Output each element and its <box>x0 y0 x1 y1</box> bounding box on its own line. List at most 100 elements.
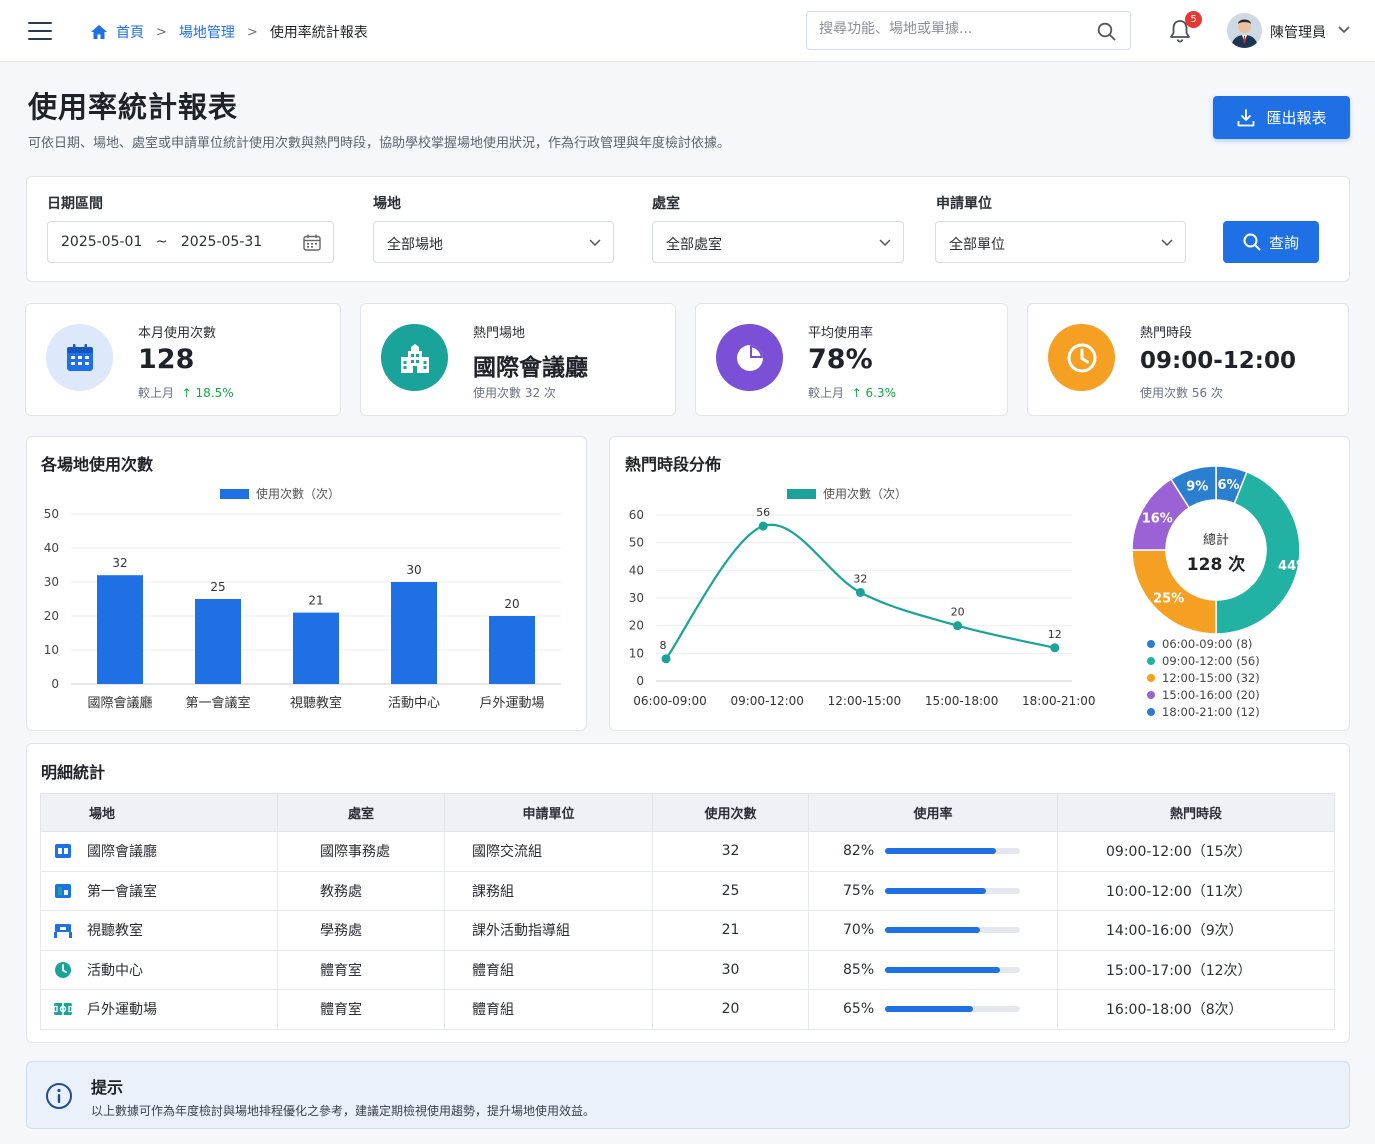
bar <box>293 612 339 684</box>
donut-chart: 6% 44% 25% 16% 9% 總計 128 次 06:00-09:00 (8) 09:00… <box>1131 465 1309 719</box>
search-input[interactable] <box>819 21 1089 37</box>
bar-chart: 使用次數（次） 0 10 20 30 40 50 32 國際會議廳 25 第一會議室 21 視聽教室 30… <box>44 486 561 711</box>
meeting-room-icon <box>53 841 73 861</box>
rate-value: 65% <box>843 1001 875 1018</box>
venue-name[interactable]: 第一會議室 <box>87 881 157 901</box>
cell-office: 教務處 <box>277 870 445 911</box>
date-range-input[interactable]: 2025-05-01 ~ 2025-05-31 <box>47 221 334 263</box>
avatar[interactable] <box>1227 13 1262 48</box>
kpi-value: 國際會議廳 <box>473 355 588 381</box>
point-value-label: 8 <box>660 639 667 652</box>
breadcrumb-current: 使用率統計報表 <box>269 25 368 41</box>
search-box <box>806 11 1131 50</box>
cell-venue: 第一會議室 <box>40 870 278 911</box>
kpi-card-average-rate: 平均使用率 78% 較上月 ↑ 6.3% <box>695 303 1008 416</box>
query-button[interactable]: 查詢 <box>1223 221 1319 263</box>
bar-value-label: 32 <box>112 556 127 570</box>
kpi-sub: 使用次數 32 次 <box>473 386 556 400</box>
y-tick-label: 20 <box>44 609 59 623</box>
unit-select[interactable]: 全部單位 <box>935 221 1186 263</box>
rate-progress-bar <box>885 887 1020 894</box>
notification-badge: 5 <box>1185 11 1202 28</box>
field-icon <box>53 999 73 1019</box>
user-name[interactable]: 陳管理員 <box>1270 22 1326 42</box>
trend-up-icon: ↑ <box>851 386 862 400</box>
classroom-icon <box>53 920 73 940</box>
query-label: 查詢 <box>1268 233 1299 252</box>
venue-name[interactable]: 活動中心 <box>87 960 143 980</box>
chevron-down-icon <box>879 239 891 247</box>
legend-swatch <box>220 489 249 499</box>
column-header-count[interactable]: 使用次數 <box>652 793 809 832</box>
column-header-rate[interactable]: 使用率 <box>808 793 1058 832</box>
legend-dot <box>1147 691 1155 699</box>
cell-unit: 課外活動指導組 <box>444 910 653 951</box>
home-icon[interactable] <box>90 24 108 40</box>
search-icon[interactable] <box>1097 22 1116 41</box>
slice-percent-label: 44% <box>1278 559 1309 574</box>
table-row[interactable]: 活動中心 體育室 體育組 30 85% 15:00-17:00（12次） <box>40 949 1335 990</box>
venue-select[interactable]: 全部場地 <box>373 221 614 263</box>
cell-venue: 活動中心 <box>40 949 278 990</box>
unit-select-value: 全部單位 <box>949 237 1005 253</box>
cell-rate: 70% <box>808 910 1058 951</box>
bar-value-label: 30 <box>406 563 421 577</box>
venue-name[interactable]: 國際會議廳 <box>87 841 157 861</box>
data-point <box>661 654 671 664</box>
legend-label: 使用次數（次） <box>256 486 340 501</box>
chevron-down-icon <box>1161 239 1173 247</box>
rate-progress-fill <box>885 887 987 894</box>
kpi-label: 熱門時段 <box>1140 326 1193 341</box>
menu-icon[interactable] <box>28 22 52 40</box>
y-tick-label: 0 <box>636 674 644 688</box>
breadcrumb-section[interactable]: 場地管理 <box>179 22 235 42</box>
x-tick-label: 18:00-21:00 <box>1022 694 1096 708</box>
column-header-peak[interactable]: 熱門時段 <box>1057 793 1335 832</box>
table-row[interactable]: 視聽教室 學務處 課外活動指導組 21 70% 14:00-16:00（9次） <box>40 910 1335 951</box>
cell-rate: 65% <box>808 989 1058 1030</box>
column-header-venue[interactable]: 場地 <box>40 793 278 832</box>
column-header-unit[interactable]: 申請單位 <box>444 793 653 832</box>
breadcrumb-home[interactable]: 首頁 <box>116 22 144 42</box>
rate-value: 85% <box>843 961 875 978</box>
data-point <box>1050 643 1060 653</box>
cell-venue: 視聽教室 <box>40 910 278 951</box>
calendar-icon[interactable] <box>303 234 321 251</box>
legend-label: 15:00-16:00 (20) <box>1162 688 1260 702</box>
x-tick-label: 戶外運動場 <box>479 696 544 711</box>
cell-count: 20 <box>652 989 809 1030</box>
cell-peak: 09:00-12:00（15次） <box>1057 831 1335 872</box>
cell-peak: 10:00-12:00（11次） <box>1057 870 1335 911</box>
rate-progress-fill <box>885 927 980 934</box>
venue-name[interactable]: 戶外運動場 <box>87 999 157 1019</box>
column-header-office[interactable]: 處室 <box>277 793 445 832</box>
slice-percent-label: 25% <box>1153 591 1184 606</box>
table-row[interactable]: 戶外運動場 體育室 體育組 20 65% 16:00-18:00（8次） <box>40 989 1335 1030</box>
slice-percent-label: 6% <box>1218 478 1240 493</box>
x-tick-label: 12:00-15:00 <box>828 694 902 708</box>
cell-unit: 體育組 <box>444 989 653 1030</box>
table-row[interactable]: 第一會議室 教務處 課務組 25 75% 10:00-12:00（11次） <box>40 870 1335 911</box>
slice-percent-label: 16% <box>1142 512 1173 527</box>
table-row[interactable]: 國際會議廳 國際事務處 國際交流組 32 82% 09:00-12:00（15次… <box>40 831 1335 872</box>
rate-value: 82% <box>843 843 875 860</box>
office-select[interactable]: 全部處室 <box>652 221 904 263</box>
kpi-label: 平均使用率 <box>808 326 874 341</box>
venue-name[interactable]: 視聽教室 <box>87 920 143 940</box>
cell-unit: 體育組 <box>444 949 653 990</box>
pie-icon <box>716 324 783 391</box>
rate-progress-bar <box>885 927 1020 934</box>
y-tick-label: 30 <box>44 575 59 589</box>
bar <box>97 575 143 684</box>
y-tick-label: 40 <box>44 541 59 555</box>
kpi-sub: 使用次數 56 次 <box>1140 386 1223 400</box>
venue-select-value: 全部場地 <box>387 237 443 253</box>
rate-progress-bar <box>885 848 1020 855</box>
donut-center-label: 總計 <box>1203 532 1229 548</box>
cell-count: 21 <box>652 910 809 951</box>
legend-label: 06:00-09:00 (8) <box>1162 637 1252 651</box>
export-button[interactable]: 匯出報表 <box>1213 96 1350 139</box>
rate-progress-bar <box>885 966 1020 973</box>
office-filter-label: 處室 <box>652 196 680 212</box>
chevron-down-icon[interactable] <box>1338 24 1350 34</box>
